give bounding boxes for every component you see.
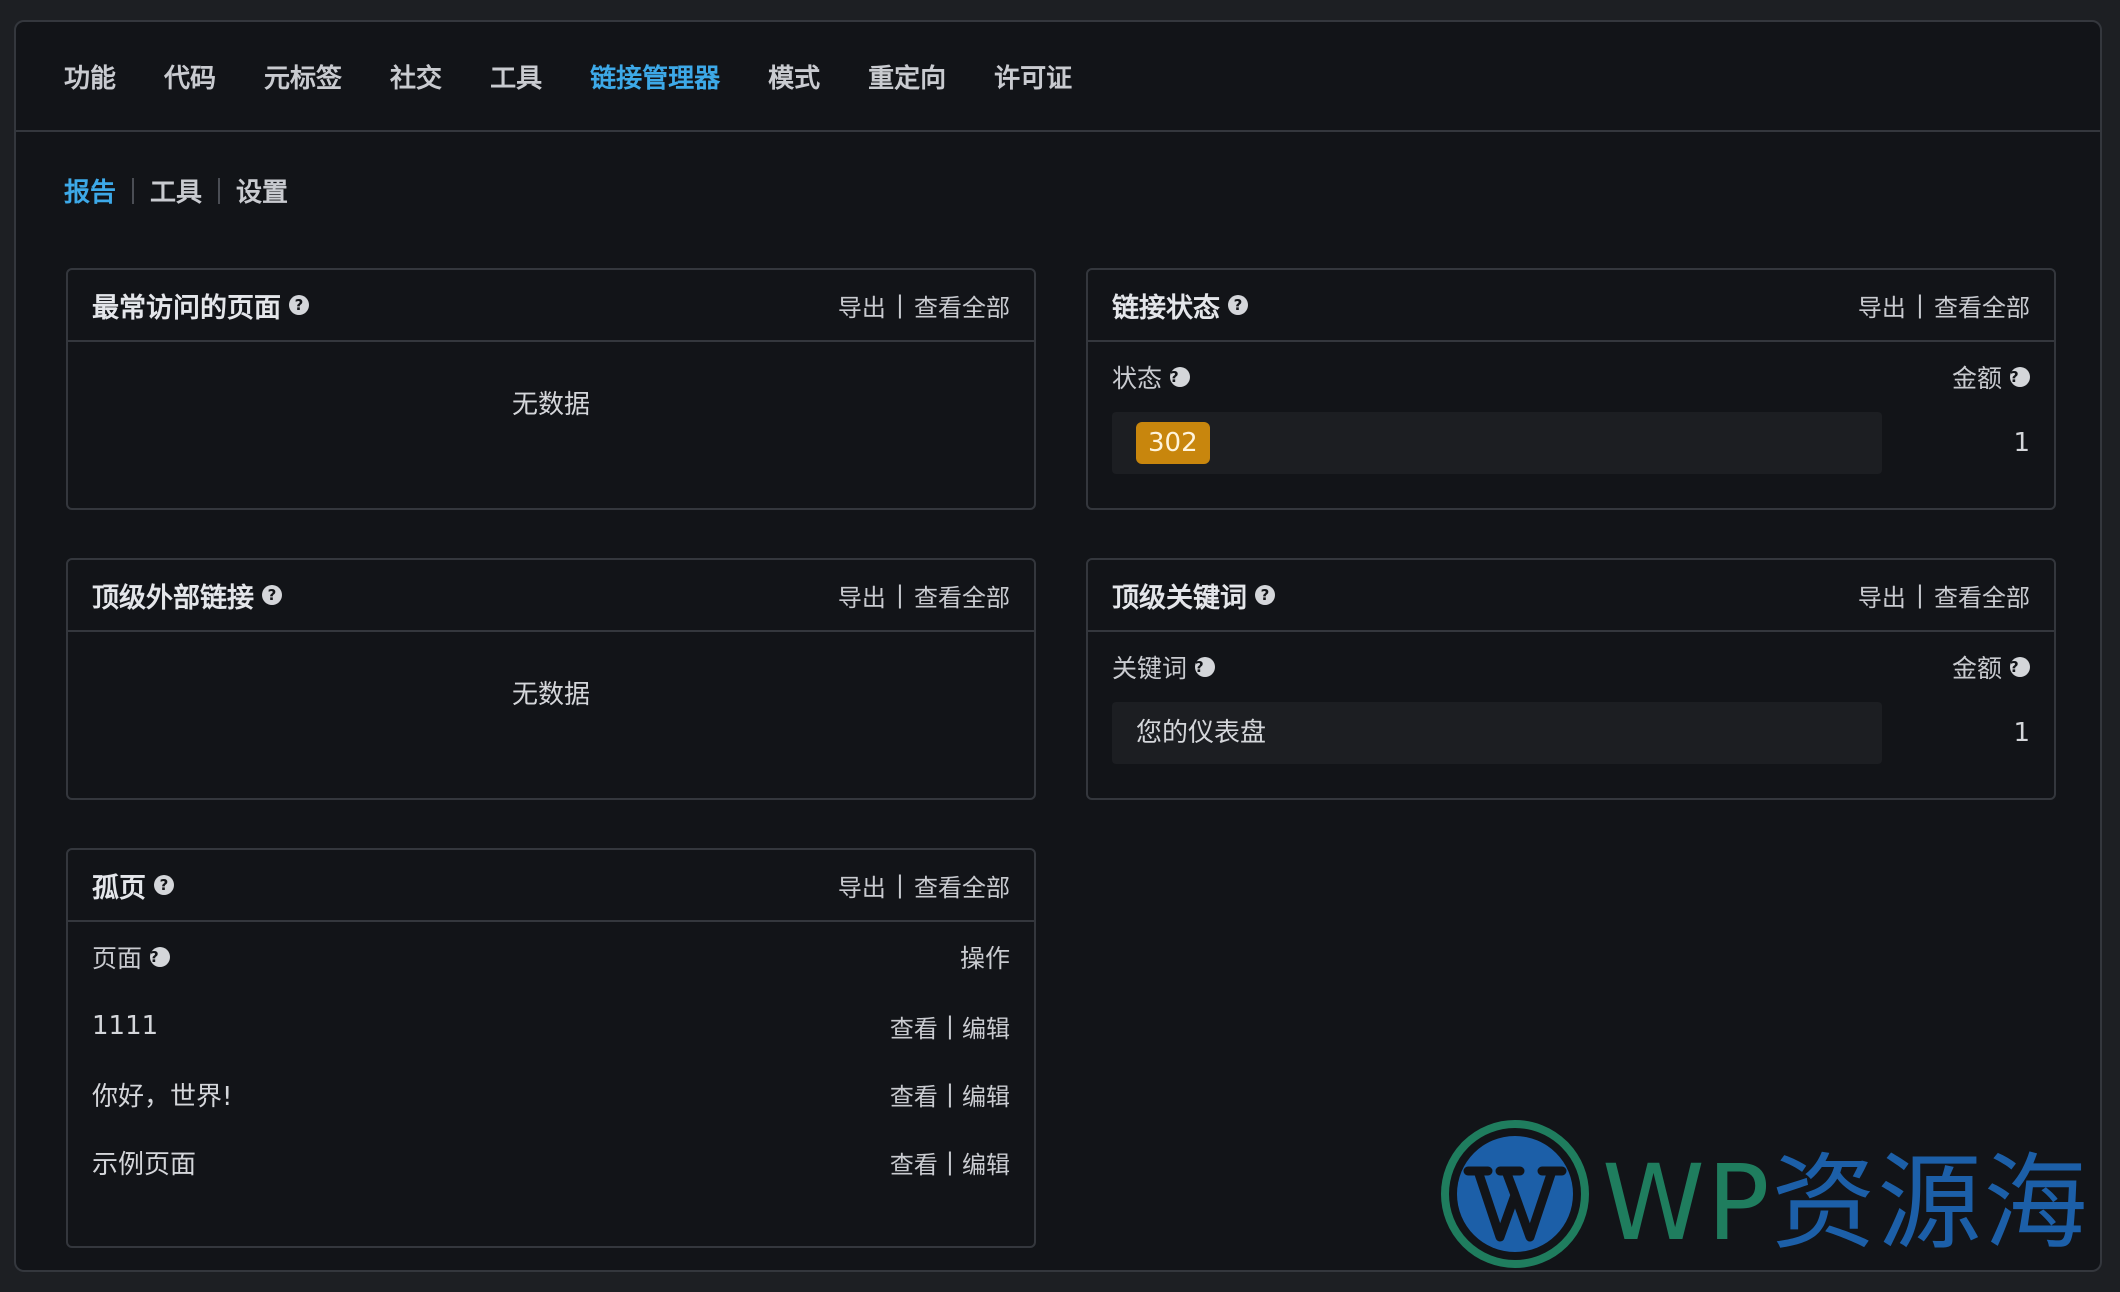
subtab-settings[interactable]: 设置 (236, 172, 288, 209)
tab-link-manager[interactable]: 链接管理器 (590, 58, 720, 95)
help-icon[interactable]: ? (154, 875, 174, 895)
help-icon[interactable]: ? (1228, 295, 1248, 315)
column-action-label: 操作 (959, 944, 1010, 973)
help-icon[interactable]: ? (1195, 657, 1216, 677)
wordpress-logo-icon (1441, 1119, 1589, 1268)
app-frame: 功能 代码 元标签 社交 工具 链接管理器 模式 重定向 许可证 报告 工具 设… (14, 20, 2102, 1272)
watermark-cjk: 资源海 (1771, 1142, 2090, 1264)
keyword-text: 您的仪表盘 (1136, 718, 1267, 748)
view-all-link[interactable]: 查看全部 (914, 868, 1010, 903)
table-row: 1111 查看 | 编辑 (68, 992, 1034, 1060)
help-icon[interactable]: ? (1255, 585, 1275, 605)
action-separator: | (945, 1012, 954, 1040)
sub-nav: 报告 工具 设置 (64, 172, 288, 209)
card-orphan-pages: 孤页 ? 导出 | 查看全部 页面 ? 操作 1111 查看 | 编辑 你好，世… (66, 848, 1036, 1248)
column-amount-label: 金额 (1951, 654, 2002, 683)
tab-redirects[interactable]: 重定向 (868, 58, 946, 95)
tab-social[interactable]: 社交 (390, 58, 442, 95)
subnav-divider (132, 177, 135, 204)
export-link[interactable]: 导出 (838, 288, 886, 323)
column-status-label: 状态 (1112, 364, 1163, 393)
help-icon[interactable]: ? (2010, 657, 2030, 677)
view-all-link[interactable]: 查看全部 (914, 578, 1010, 613)
action-separator: | (945, 1080, 954, 1108)
edit-link[interactable]: 编辑 (962, 1077, 1010, 1112)
help-icon[interactable]: ? (2010, 367, 2030, 387)
action-separator: | (1915, 291, 1924, 319)
card-title: 孤页 (92, 872, 146, 904)
view-link[interactable]: 查看 (890, 1077, 938, 1112)
view-all-link[interactable]: 查看全部 (1934, 578, 2030, 613)
help-icon[interactable]: ? (150, 947, 171, 967)
edit-link[interactable]: 编辑 (962, 1145, 1010, 1180)
export-link[interactable]: 导出 (838, 868, 886, 903)
view-all-link[interactable]: 查看全部 (914, 288, 1010, 323)
tab-code[interactable]: 代码 (164, 58, 216, 95)
page-name: 1111 (92, 1011, 159, 1041)
help-icon[interactable]: ? (289, 295, 309, 315)
page-name: 示例页面 (92, 1149, 197, 1180)
column-amount-label: 金额 (1951, 364, 2002, 393)
card-header: 孤页 ? 导出 | 查看全部 (68, 850, 1034, 922)
card-header: 顶级外部链接 ? 导出 | 查看全部 (68, 560, 1034, 632)
view-link[interactable]: 查看 (890, 1145, 938, 1180)
card-header: 最常访问的页面 ? 导出 | 查看全部 (68, 270, 1034, 342)
card-most-visited: 最常访问的页面 ? 导出 | 查看全部 无数据 (66, 268, 1036, 510)
card-title: 最常访问的页面 (92, 292, 281, 324)
column-header: 页面 ? 操作 (68, 922, 1034, 992)
subtab-tools[interactable]: 工具 (150, 172, 202, 209)
watermark: WP资源海 (1440, 1118, 2090, 1269)
subtab-reports[interactable]: 报告 (64, 172, 116, 209)
watermark-latin: WP (1602, 1142, 1772, 1264)
card-header: 顶级关键词 ? 导出 | 查看全部 (1088, 560, 2054, 632)
action-separator: | (1915, 581, 1924, 609)
table-row: 302 1 (1112, 412, 2030, 474)
column-page-label: 页面 (92, 944, 143, 973)
view-link[interactable]: 查看 (890, 1009, 938, 1044)
table-row: 您的仪表盘 1 (1112, 702, 2030, 764)
amount-value: 1 (2013, 428, 2030, 458)
card-top-external-links: 顶级外部链接 ? 导出 | 查看全部 无数据 (66, 558, 1036, 800)
tab-schema[interactable]: 模式 (768, 58, 820, 95)
table-row: 示例页面 查看 | 编辑 (68, 1128, 1034, 1196)
tab-meta-tags[interactable]: 元标签 (264, 58, 342, 95)
column-header: 状态 ? 金额 ? (1088, 342, 2054, 412)
tab-tools[interactable]: 工具 (490, 58, 542, 95)
amount-value: 1 (2013, 718, 2030, 748)
page-name: 你好，世界! (92, 1081, 233, 1112)
help-icon[interactable]: ? (1170, 367, 1191, 387)
help-icon[interactable]: ? (262, 585, 282, 605)
card-title: 顶级关键词 (1112, 582, 1247, 614)
export-link[interactable]: 导出 (1858, 288, 1906, 323)
action-separator: | (895, 581, 904, 609)
card-title: 顶级外部链接 (92, 582, 254, 614)
action-separator: | (895, 291, 904, 319)
card-top-keywords: 顶级关键词 ? 导出 | 查看全部 关键词 ? 金额 ? 您的仪表盘 1 (1086, 558, 2056, 800)
subnav-divider (218, 177, 221, 204)
top-nav: 功能 代码 元标签 社交 工具 链接管理器 模式 重定向 许可证 (16, 22, 2100, 132)
table-row: 你好，世界! 查看 | 编辑 (68, 1060, 1034, 1128)
card-title: 链接状态 (1112, 292, 1220, 324)
column-header: 关键词 ? 金额 ? (1088, 632, 2054, 702)
amount-bar (1112, 412, 1882, 474)
no-data-text: 无数据 (511, 390, 590, 420)
no-data-text: 无数据 (511, 680, 590, 710)
status-badge: 302 (1136, 422, 1210, 464)
column-keyword-label: 关键词 (1112, 654, 1188, 683)
export-link[interactable]: 导出 (1858, 578, 1906, 613)
export-link[interactable]: 导出 (838, 578, 886, 613)
card-header: 链接状态 ? 导出 | 查看全部 (1088, 270, 2054, 342)
edit-link[interactable]: 编辑 (962, 1009, 1010, 1044)
tab-features[interactable]: 功能 (64, 58, 116, 95)
view-all-link[interactable]: 查看全部 (1934, 288, 2030, 323)
card-link-status: 链接状态 ? 导出 | 查看全部 状态 ? 金额 ? 302 1 (1086, 268, 2056, 510)
action-separator: | (895, 871, 904, 899)
action-separator: | (945, 1148, 954, 1176)
tab-license[interactable]: 许可证 (994, 58, 1072, 95)
